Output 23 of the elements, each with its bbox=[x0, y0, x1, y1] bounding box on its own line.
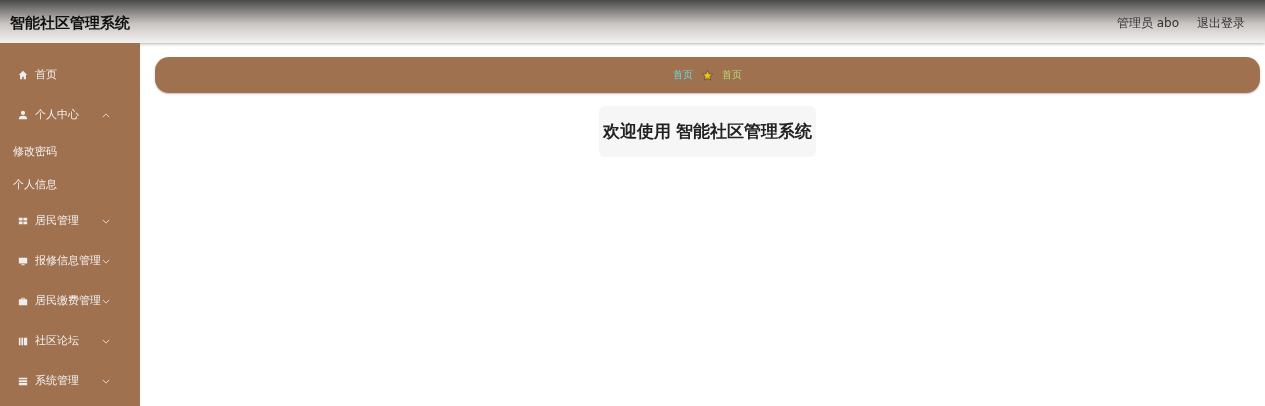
home-icon bbox=[18, 70, 28, 80]
menu-item[interactable]: 社区论坛 bbox=[0, 321, 140, 361]
user-icon bbox=[18, 110, 28, 120]
menu-item[interactable]: 首页 bbox=[0, 55, 140, 95]
grid-icon bbox=[18, 216, 28, 226]
menu-item[interactable]: 个人中心 bbox=[0, 95, 140, 135]
app-title: 智能社区管理系统 bbox=[10, 13, 130, 33]
menu-item[interactable]: 居民管理 bbox=[0, 201, 140, 241]
menu-item[interactable]: 居民缴费管理 bbox=[0, 281, 140, 321]
logout-link[interactable]: 退出登录 bbox=[1197, 14, 1245, 32]
user-label: 管理员 abo bbox=[1116, 14, 1179, 32]
monitor-icon bbox=[18, 256, 28, 266]
menu-item[interactable]: 报修信息管理 bbox=[0, 241, 140, 281]
books-icon bbox=[18, 336, 28, 346]
menu-item[interactable]: 系统管理 bbox=[0, 361, 140, 401]
briefcase-icon bbox=[18, 296, 28, 306]
submenu-item[interactable]: 个人信息 bbox=[0, 168, 140, 201]
welcome-heading: 欢迎使用 智能社区管理系统 bbox=[598, 106, 817, 157]
breadcrumb-link[interactable]: 首页 bbox=[673, 68, 693, 82]
table-icon bbox=[18, 376, 28, 386]
star-icon bbox=[702, 69, 713, 81]
submenu-item[interactable]: 修改密码 bbox=[0, 135, 140, 168]
breadcrumb-link[interactable]: 首页 bbox=[722, 68, 742, 82]
